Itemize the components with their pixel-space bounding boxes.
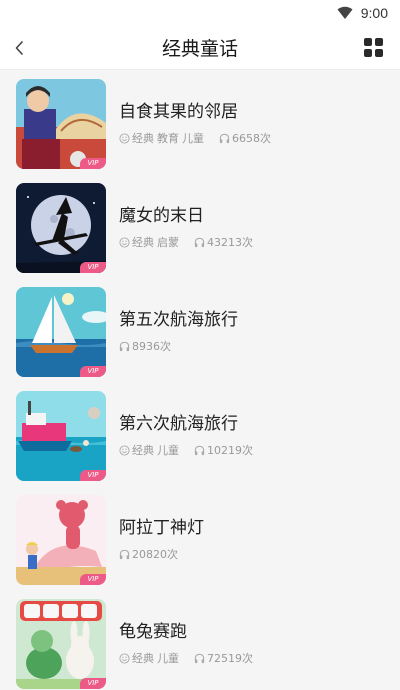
status-bar: 9:00 <box>0 0 400 26</box>
list-item[interactable]: VIP 第五次航海旅行 8936次 <box>0 278 400 382</box>
tag-label: 教育 <box>157 132 179 145</box>
vip-badge: VIP <box>80 470 106 481</box>
headphones-icon <box>194 445 205 455</box>
vip-badge: VIP <box>80 366 106 377</box>
cover-illustration-tortoise-hare <box>16 599 106 689</box>
cover-illustration-ship <box>16 391 106 481</box>
story-meta: 经典 儿童 72519次 <box>119 650 253 666</box>
play-count-value: 72519次 <box>207 652 253 665</box>
list-item[interactable]: VIP 阿拉丁神灯 20820次 <box>0 486 400 590</box>
vip-badge: VIP <box>80 158 106 169</box>
smiley-icon <box>119 444 130 456</box>
vip-badge: VIP <box>80 574 106 585</box>
story-title: 第五次航海旅行 <box>119 310 238 330</box>
app-bar: 经典童话 <box>0 26 400 70</box>
list-item[interactable]: VIP 魔女的末日 经典 启蒙 43213次 <box>0 174 400 278</box>
headphones-icon <box>194 237 205 247</box>
list-item[interactable]: VIP 第六次航海旅行 经典 儿童 10219次 <box>0 382 400 486</box>
vip-badge: VIP <box>80 678 106 689</box>
grid-menu-icon <box>364 38 372 46</box>
headphones-icon <box>119 341 130 351</box>
story-cover-image[interactable]: VIP <box>16 79 106 169</box>
smiley-icon <box>119 132 130 144</box>
cover-illustration-sailboat <box>16 287 106 377</box>
story-title: 自食其果的邻居 <box>119 102 238 122</box>
play-count-value: 8936次 <box>132 340 171 353</box>
headphones-icon <box>194 653 205 663</box>
story-meta: 经典 教育 儿童 6658次 <box>119 130 271 146</box>
play-count: 20820次 <box>119 546 178 562</box>
play-count: 8936次 <box>119 338 171 354</box>
tag-label: 经典 <box>132 236 154 249</box>
story-meta: 经典 启蒙 43213次 <box>119 234 253 250</box>
list-item[interactable]: VIP 自食其果的邻居 经典 教育 儿童 6658次 <box>0 70 400 174</box>
story-cover-image[interactable]: VIP <box>16 287 106 377</box>
grid-menu-button[interactable] <box>364 38 384 58</box>
back-chevron-icon <box>15 41 23 55</box>
story-meta: 经典 儿童 10219次 <box>119 442 253 458</box>
back-button[interactable] <box>10 38 30 58</box>
story-cover-image[interactable]: VIP <box>16 183 106 273</box>
page-title: 经典童话 <box>161 38 238 60</box>
story-title: 阿拉丁神灯 <box>119 518 204 538</box>
story-title: 第六次航海旅行 <box>119 414 238 434</box>
headphones-icon <box>119 549 130 559</box>
story-meta: 20820次 <box>119 546 178 562</box>
play-count-value: 10219次 <box>207 444 253 457</box>
tag-label: 经典 <box>132 132 154 145</box>
list-item[interactable]: VIP 龟兔赛跑 经典 儿童 72519次 <box>0 590 400 690</box>
cover-illustration-neighbor <box>16 79 106 169</box>
tag-label: 儿童 <box>157 444 179 457</box>
story-cover-image[interactable]: VIP <box>16 599 106 689</box>
play-count: 10219次 <box>194 442 253 458</box>
tag-label: 经典 <box>132 444 154 457</box>
smiley-icon <box>119 652 130 664</box>
play-count-value: 6658次 <box>232 132 271 145</box>
tag-group: 经典 儿童 <box>119 442 182 458</box>
grid-menu-icon <box>375 38 383 46</box>
play-count-value: 20820次 <box>132 548 178 561</box>
story-title: 龟兔赛跑 <box>119 622 187 642</box>
smiley-icon <box>119 236 130 248</box>
cover-illustration-aladdin <box>16 495 106 585</box>
wifi-icon <box>337 6 353 19</box>
vip-badge: VIP <box>80 262 106 273</box>
play-count: 6658次 <box>219 130 271 146</box>
cover-illustration-witch <box>16 183 106 273</box>
tag-group: 经典 教育 儿童 <box>119 130 207 146</box>
play-count: 43213次 <box>194 234 253 250</box>
headphones-icon <box>219 133 230 143</box>
story-cover-image[interactable]: VIP <box>16 391 106 481</box>
tag-group: 经典 启蒙 <box>119 234 182 250</box>
tag-label: 启蒙 <box>157 236 179 249</box>
tag-label: 儿童 <box>157 652 179 665</box>
tag-group: 经典 儿童 <box>119 650 182 666</box>
status-time: 9:00 <box>360 5 388 21</box>
grid-menu-icon <box>375 49 383 57</box>
story-list: VIP 自食其果的邻居 经典 教育 儿童 6658次 VIP 魔女的末日 经典 … <box>0 70 400 690</box>
tag-label: 经典 <box>132 652 154 665</box>
story-meta: 8936次 <box>119 338 171 354</box>
story-cover-image[interactable]: VIP <box>16 495 106 585</box>
grid-menu-icon <box>364 49 372 57</box>
story-title: 魔女的末日 <box>119 206 204 226</box>
play-count-value: 43213次 <box>207 236 253 249</box>
play-count: 72519次 <box>194 650 253 666</box>
tag-label: 儿童 <box>182 132 204 145</box>
